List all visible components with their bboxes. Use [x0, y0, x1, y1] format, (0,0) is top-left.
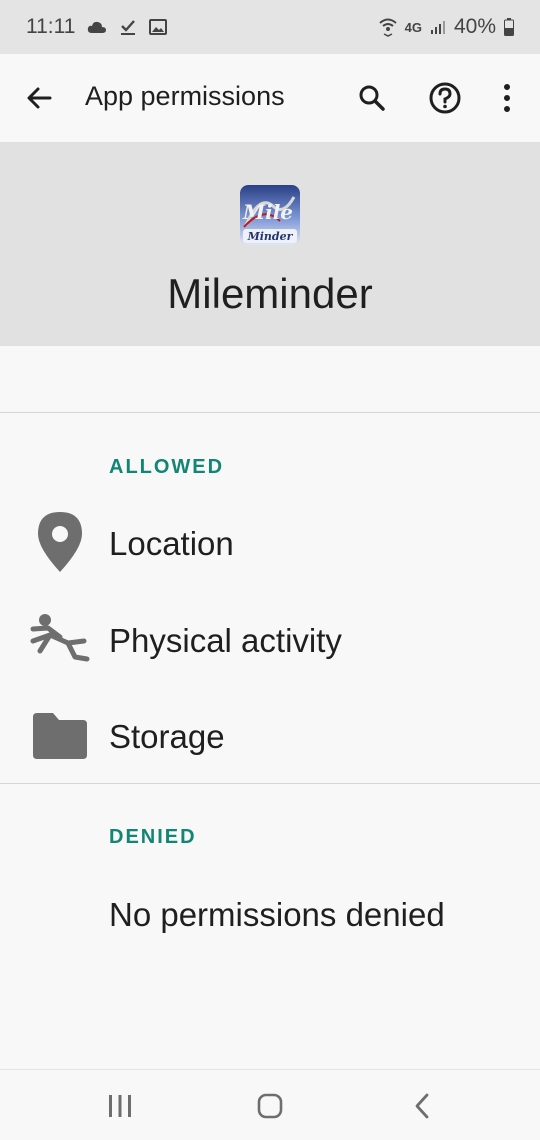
svg-text:Minder: Minder	[247, 230, 294, 243]
app-name: Mileminder	[167, 270, 373, 317]
cloud-icon	[87, 20, 107, 34]
permission-label: Physical activity	[109, 622, 342, 659]
image-icon	[149, 18, 168, 36]
section-title-denied: DENIED	[109, 826, 197, 848]
physical-activity-icon	[30, 607, 90, 671]
arrow-back-icon[interactable]	[24, 82, 56, 114]
folder-icon	[30, 704, 90, 768]
status-bar: 11:11 4G 40%	[0, 0, 540, 54]
battery-icon	[504, 18, 514, 36]
download-done-icon	[119, 18, 137, 36]
network-type: 4G	[404, 19, 422, 35]
no-permissions-denied-text: No permissions denied	[109, 896, 445, 933]
navigation-bar	[0, 1069, 540, 1140]
location-pin-icon	[30, 510, 90, 574]
more-vert-icon[interactable]	[494, 81, 520, 115]
status-right: 4G 40%	[378, 15, 514, 39]
recents-icon[interactable]	[100, 1092, 140, 1120]
status-time: 11:11	[26, 15, 76, 38]
divider	[0, 412, 540, 413]
section-title-allowed: ALLOWED	[109, 456, 225, 478]
nav-back-icon[interactable]	[402, 1092, 442, 1120]
signal-icon	[430, 19, 446, 35]
app-bar: App permissions	[0, 54, 540, 142]
battery-percent: 40%	[453, 15, 496, 38]
page-title: App permissions	[85, 81, 285, 111]
permission-row-storage[interactable]: Storage	[0, 690, 540, 780]
permission-row-location[interactable]: Location	[0, 497, 540, 587]
home-icon[interactable]	[250, 1092, 290, 1120]
search-icon[interactable]	[355, 81, 389, 115]
help-circle-icon[interactable]	[428, 81, 462, 115]
permission-label: Storage	[109, 718, 225, 755]
status-left: 11:11	[26, 15, 168, 39]
app-logo: Mile Minder	[240, 185, 300, 245]
svg-text:Mile: Mile	[242, 200, 293, 224]
app-header: Mile Minder Mileminder	[0, 142, 540, 346]
wifi-calling-icon	[378, 17, 397, 37]
divider	[0, 783, 540, 784]
permission-row-physical-activity[interactable]: Physical activity	[0, 594, 540, 684]
permission-label: Location	[109, 525, 234, 562]
